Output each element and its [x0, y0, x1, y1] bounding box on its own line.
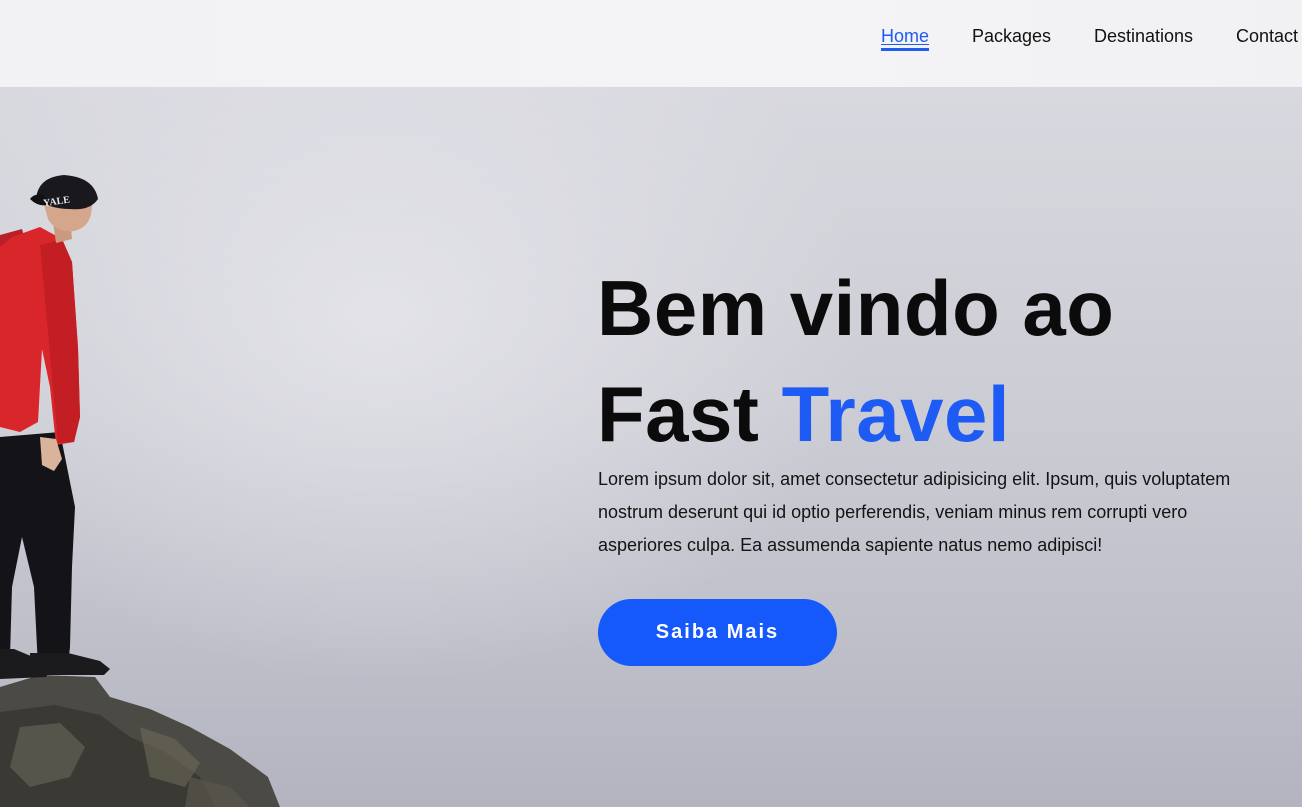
nav-packages-link[interactable]: Packages [972, 24, 1051, 48]
hero-paragraph: Lorem ipsum dolor sit, amet consectetur … [598, 469, 1231, 555]
hero-title: Bem vindo ao Fast Travel [597, 255, 1277, 467]
hero-title-line1: Bem vindo ao [597, 264, 1115, 352]
nav-home-link[interactable]: Home [881, 24, 930, 51]
saiba-mais-button[interactable]: Saiba Mais [598, 599, 837, 666]
site-header: Home Packages Destinations Contact [0, 0, 1302, 87]
main-nav: Home Packages Destinations Contact [0, 24, 1302, 54]
nav-contact-link[interactable]: Contact [1236, 24, 1298, 48]
hero-section: YALE Bem vindo ao Fast Travel Lorem ipsu… [0, 87, 1302, 807]
hero-title-prefix: Fast [597, 370, 782, 458]
hiker-on-rock-image: YALE [0, 175, 280, 807]
nav-destinations-link[interactable]: Destinations [1094, 24, 1193, 48]
hero-title-accent: Travel [781, 370, 1011, 458]
legs [0, 432, 75, 667]
